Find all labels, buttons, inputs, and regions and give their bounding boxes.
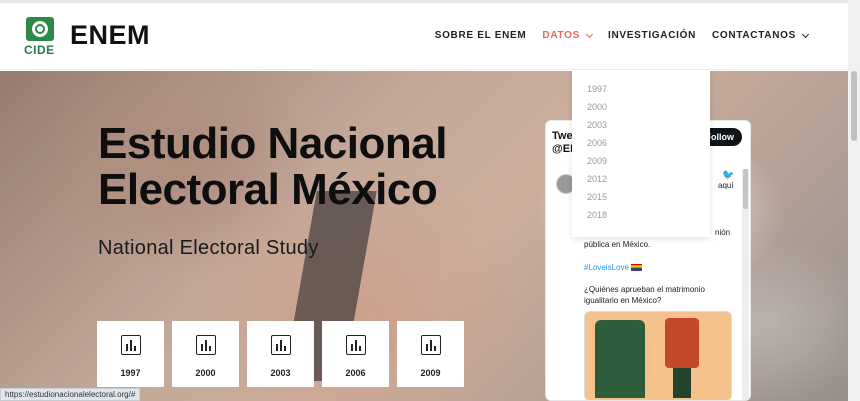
nav-item-label: SOBRE EL ENEM: [434, 30, 527, 41]
year-card-1997[interactable]: 1997: [97, 321, 164, 387]
nav-item-contactanos[interactable]: CONTACTANOS: [712, 30, 810, 41]
dropdown-item-2006[interactable]: 2006: [587, 138, 607, 148]
hero-subtitle: National Electoral Study: [98, 237, 319, 259]
twitter-bird-icon[interactable]: 🐦: [722, 170, 734, 181]
nav-item-sobre-el-enem[interactable]: SOBRE EL ENEM: [435, 30, 527, 41]
tweet-media-image[interactable]: [584, 311, 732, 400]
bar-chart-icon: [195, 335, 216, 355]
bar-chart-icon: [345, 335, 366, 355]
bar-chart-icon: [270, 335, 291, 355]
nav-item-label: INVESTIGACIÓN: [608, 30, 696, 41]
year-card-label: 1997: [120, 368, 141, 378]
dropdown-item-2012[interactable]: 2012: [587, 174, 607, 184]
cide-logo[interactable]: CIDE: [24, 17, 56, 57]
dropdown-item-2015[interactable]: 2015: [587, 192, 607, 202]
nav-item-datos[interactable]: DATOS: [542, 30, 594, 41]
main-nav: SOBRE EL ENEM DATOS INVESTIGACIÓN CONTAC…: [435, 30, 810, 41]
dropdown-item-2018[interactable]: 2018: [587, 210, 607, 220]
dropdown-item-2009[interactable]: 2009: [587, 156, 607, 166]
chevron-down-icon: [801, 30, 810, 38]
site-brand[interactable]: ENEM: [70, 20, 150, 51]
tweet-text-fragment: nión: [715, 228, 731, 237]
rainbow-flag-icon: [631, 264, 643, 272]
twitter-widget-scrollbar[interactable]: [742, 169, 749, 400]
cide-logo-text: CIDE: [24, 43, 55, 57]
browser-status-url: https://estudionacionalelectoral.org/#: [0, 388, 141, 401]
year-card-label: 2003: [270, 368, 291, 378]
nav-item-label: DATOS: [542, 30, 580, 41]
year-card-2006[interactable]: 2006: [322, 321, 389, 387]
year-card-2000[interactable]: 2000: [172, 321, 239, 387]
dropdown-item-2000[interactable]: 2000: [587, 102, 607, 112]
cide-logo-icon: [26, 17, 54, 41]
dropdown-item-1997[interactable]: 1997: [587, 84, 607, 94]
datos-dropdown-menu: 1997 2000 2003 2006 2009 2012 2015 2018: [572, 70, 710, 237]
year-card-label: 2009: [420, 368, 441, 378]
year-cards: 1997 2000 2003 2006 2009: [97, 321, 464, 387]
year-card-2009[interactable]: 2009: [397, 321, 464, 387]
tweet-text-fragment: aquí: [718, 181, 734, 190]
chevron-down-icon: [585, 30, 594, 38]
bar-chart-icon: [420, 335, 441, 355]
nav-item-investigacion[interactable]: INVESTIGACIÓN: [608, 30, 696, 41]
year-card-label: 2006: [345, 368, 366, 378]
page-scrollbar-thumb[interactable]: [851, 71, 857, 141]
tweet-text-line: pública en México.: [584, 240, 651, 249]
scrollbar-thumb[interactable]: [743, 169, 748, 209]
tweet-hashtag-line: #LoveisLove: [584, 262, 734, 273]
tweet-text-line: ¿Quiénes aprueban el matrimonio igualita…: [584, 285, 705, 305]
page-scrollbar[interactable]: [848, 0, 860, 401]
year-card-2003[interactable]: 2003: [247, 321, 314, 387]
nav-item-label: CONTACTANOS: [712, 30, 796, 41]
tweet-hashtag[interactable]: #LoveisLove: [584, 263, 629, 272]
dropdown-item-2003[interactable]: 2003: [587, 120, 607, 130]
hero-title: Estudio Nacional Electoral México: [98, 119, 447, 214]
bar-chart-icon: [120, 335, 141, 355]
site-header: CIDE ENEM SOBRE EL ENEM DATOS INVESTIGAC…: [0, 3, 848, 70]
year-card-label: 2000: [195, 368, 216, 378]
